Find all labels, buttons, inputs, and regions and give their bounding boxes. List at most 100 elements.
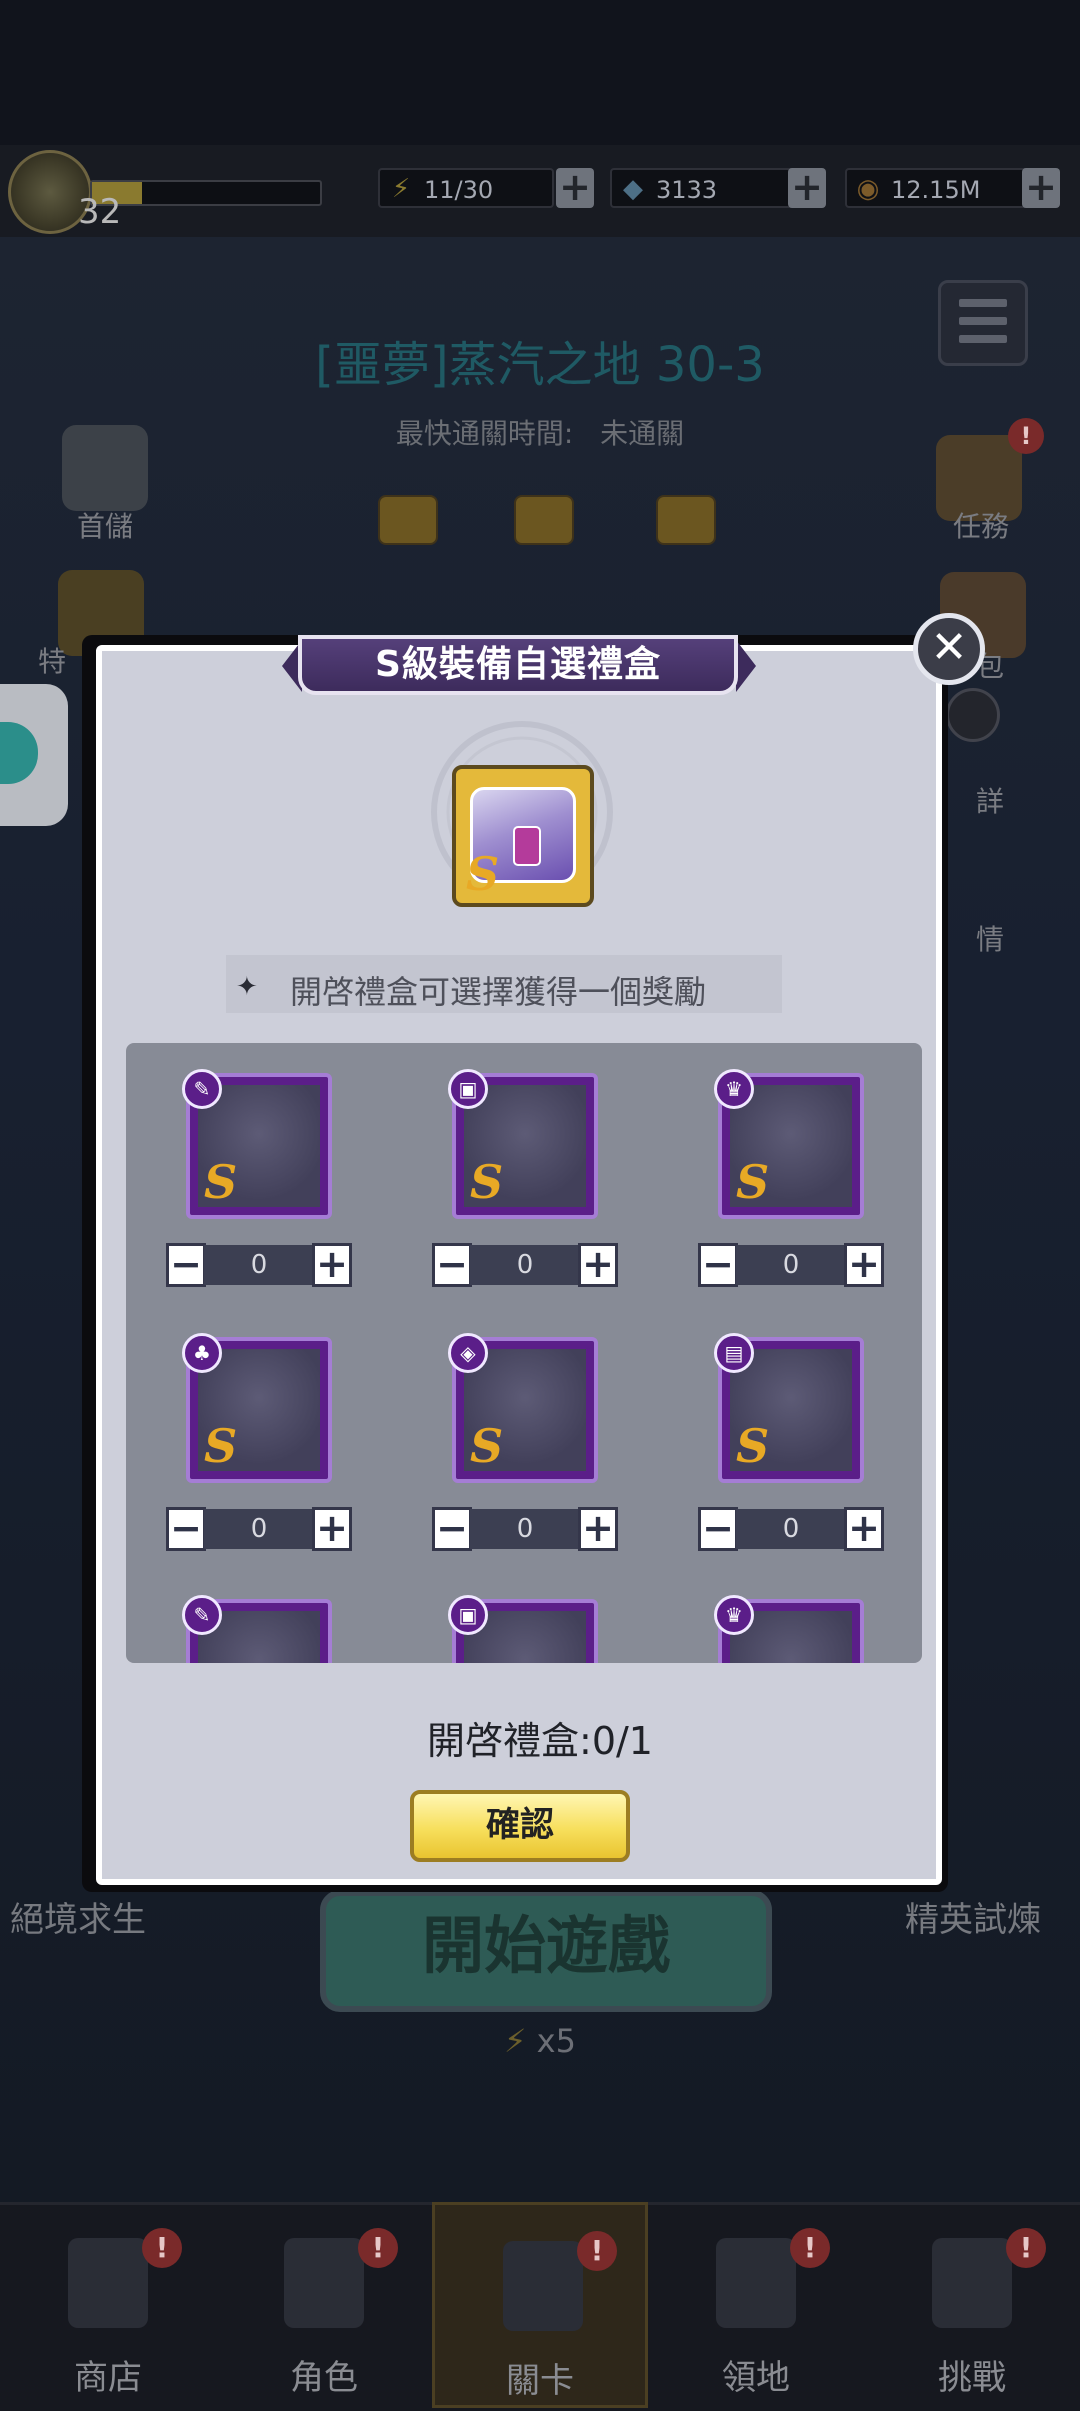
quantity-stepper: − 0 + xyxy=(166,1243,352,1287)
secondary-close-icon[interactable] xyxy=(946,688,1000,742)
nav-alert-badge: ! xyxy=(577,2231,617,2271)
energy-value: 11/30 xyxy=(424,176,494,204)
confirm-button[interactable]: 確認 xyxy=(410,1790,630,1862)
gem-icon: ◆ xyxy=(623,174,643,204)
reward-item-book-2[interactable]: ▣ xyxy=(448,1595,598,1663)
shop-icon xyxy=(68,2238,148,2328)
gem-value: 3133 xyxy=(656,176,718,204)
add-energy-button[interactable]: + xyxy=(556,168,594,208)
reward-item-boots[interactable]: ▤ S xyxy=(714,1333,864,1483)
nav-alert-badge: ! xyxy=(142,2228,182,2268)
item-type-badge: ♛ xyxy=(714,1069,754,1109)
chest-lock xyxy=(513,826,541,866)
first-purchase-icon[interactable] xyxy=(62,425,148,511)
list-icon xyxy=(959,299,1007,307)
reward-item-cloak[interactable]: ♣ S xyxy=(182,1333,332,1483)
item-type-badge: ▤ xyxy=(714,1333,754,1373)
player-level: 32 xyxy=(78,192,122,232)
energy-cost-value: x5 xyxy=(536,2022,576,2060)
decrease-button[interactable]: − xyxy=(698,1243,738,1287)
increase-button[interactable]: + xyxy=(578,1243,618,1287)
item-type-badge: ▣ xyxy=(448,1595,488,1635)
list-icon-line xyxy=(959,335,1007,343)
increase-button[interactable]: + xyxy=(844,1243,884,1287)
nav-alert-badge: ! xyxy=(358,2228,398,2268)
item-type-badge: ♣ xyxy=(182,1333,222,1373)
nav-territory[interactable]: ! 領地 xyxy=(648,2202,864,2408)
energy-cost: ⚡ x5 xyxy=(0,2022,1080,2060)
reward-item-staff[interactable]: ✎ S xyxy=(182,1069,332,1219)
item-type-badge: ◈ xyxy=(448,1333,488,1373)
nav-challenge[interactable]: ! 挑戰 xyxy=(864,2202,1080,2408)
reward-item-book[interactable]: ▣ S xyxy=(448,1069,598,1219)
energy-counter: ⚡ 11/30 xyxy=(378,168,554,208)
increase-button[interactable]: + xyxy=(578,1507,618,1551)
fastest-clear-label: 最快通關時間: xyxy=(395,417,574,450)
crossed-swords-icon xyxy=(503,2241,583,2331)
gold-value: 12.15M xyxy=(891,176,981,204)
open-box-counter: 開啓禮盒:0/1 xyxy=(427,1719,653,1763)
nav-stage[interactable]: ! 關卡 xyxy=(432,2202,648,2408)
item-grade: S xyxy=(470,1155,504,1209)
fastest-clear-value: 未通關 xyxy=(600,417,685,450)
reward-chest-icon[interactable] xyxy=(378,495,438,545)
increase-button[interactable]: + xyxy=(312,1243,352,1287)
lightning-icon: ⚡ xyxy=(504,2022,527,2060)
chest-grade: S xyxy=(466,847,500,901)
first-purchase-label: 首儲 xyxy=(76,510,133,543)
menu-list-button[interactable] xyxy=(938,280,1028,366)
quantity-stepper: − 0 + xyxy=(432,1507,618,1551)
decrease-button[interactable]: − xyxy=(698,1507,738,1551)
nav-shop[interactable]: ! 商店 xyxy=(0,2202,216,2408)
dialog-description: 開啓禮盒可選擇獲得一個獎勵 xyxy=(290,973,707,1011)
item-grade: S xyxy=(736,1155,770,1209)
reward-item-staff-2[interactable]: ✎ xyxy=(182,1595,332,1663)
nav-label: 領地 xyxy=(722,2358,790,2398)
reward-chest-icon[interactable] xyxy=(514,495,574,545)
scroll-map-icon xyxy=(932,2238,1012,2328)
quantity-value: 0 xyxy=(736,1509,846,1549)
castle-icon xyxy=(716,2238,796,2328)
close-button[interactable]: ✕ xyxy=(913,613,985,685)
item-grade: S xyxy=(204,1155,238,1209)
survival-mode-label[interactable]: 絕境求生 xyxy=(10,1892,146,1941)
item-type-badge: ▣ xyxy=(448,1069,488,1109)
item-type-badge: ✎ xyxy=(182,1595,222,1635)
add-gold-button[interactable]: + xyxy=(1022,168,1060,208)
start-game-button[interactable]: 開始遊戲 xyxy=(320,1890,772,2012)
increase-button[interactable]: + xyxy=(844,1507,884,1551)
detail-label: 詳 xyxy=(975,785,1004,818)
reward-chest-icon[interactable] xyxy=(656,495,716,545)
reward-item-earrings[interactable]: ◈ S xyxy=(448,1333,598,1483)
quantity-stepper: − 0 + xyxy=(698,1507,884,1551)
special-label: 特 xyxy=(37,645,66,678)
task-alert-badge: ! xyxy=(1008,418,1044,454)
gold-counter: ◉ 12.15M xyxy=(845,168,1031,208)
elite-trial-label[interactable]: 精英試煉 xyxy=(905,1892,1041,1941)
character-icon xyxy=(284,2238,364,2328)
gem-counter: ◆ 3133 xyxy=(610,168,796,208)
nav-alert-badge: ! xyxy=(790,2228,830,2268)
decrease-button[interactable]: − xyxy=(166,1243,206,1287)
nav-label: 商店 xyxy=(74,2358,142,2398)
decrease-button[interactable]: − xyxy=(166,1507,206,1551)
coin-icon: ◉ xyxy=(856,174,880,204)
increase-button[interactable]: + xyxy=(312,1507,352,1551)
reward-item-crown[interactable]: ♛ S xyxy=(714,1069,864,1219)
quantity-value: 0 xyxy=(736,1245,846,1285)
decrease-button[interactable]: − xyxy=(432,1507,472,1551)
nav-character[interactable]: ! 角色 xyxy=(216,2202,432,2408)
item-type-badge: ✎ xyxy=(182,1069,222,1109)
quantity-value: 0 xyxy=(204,1509,314,1549)
reward-item-crown-2[interactable]: ♛ xyxy=(714,1595,864,1663)
nav-label: 角色 xyxy=(290,2358,358,2398)
reward-item-grid: ✎ S − 0 + ▣ S − 0 + ♛ S − 0 + ♣ S − 0 + … xyxy=(126,1043,922,1663)
item-grade: S xyxy=(204,1419,238,1473)
info-label: 情 xyxy=(975,923,1004,956)
quantity-value: 0 xyxy=(470,1245,580,1285)
decrease-button[interactable]: − xyxy=(432,1243,472,1287)
sparkle-icon: ✦ xyxy=(236,972,258,1002)
add-gems-button[interactable]: + xyxy=(788,168,826,208)
item-grade: S xyxy=(470,1419,504,1473)
floating-assist-button[interactable] xyxy=(0,684,68,826)
